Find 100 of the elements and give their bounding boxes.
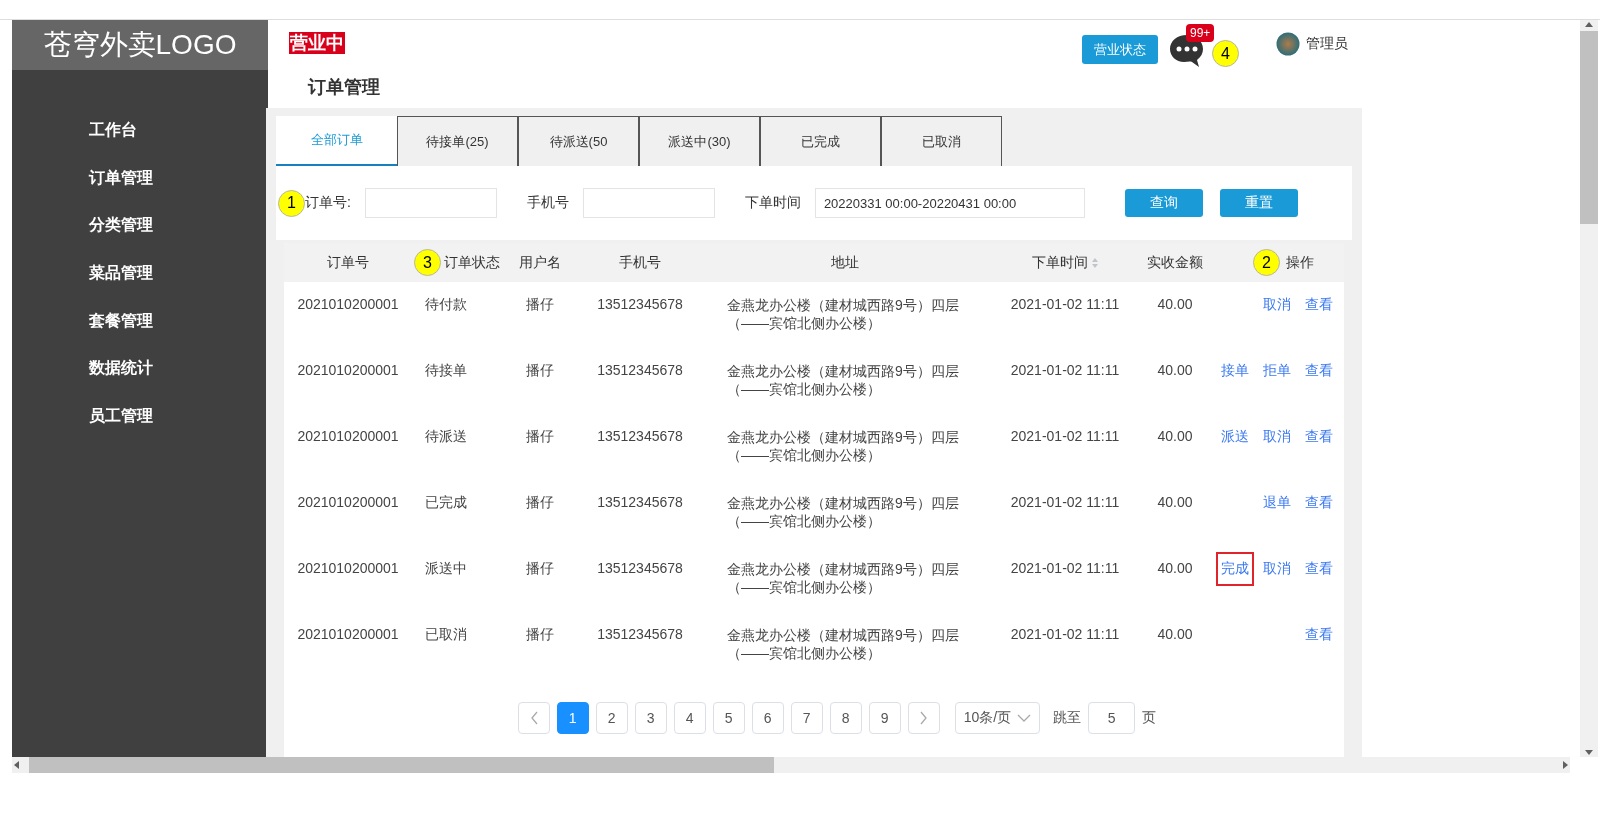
page-button[interactable]: 3	[634, 702, 667, 734]
table-cell-text: 40.00	[1156, 494, 1194, 510]
menu-item[interactable]: 员工管理	[89, 405, 153, 427]
tab[interactable]: 待派送(50	[518, 116, 639, 166]
tab[interactable]: 已取消	[881, 116, 1002, 166]
table-cell-text: 40.00	[1156, 560, 1194, 576]
table-cell-text: 2021-01-02 11:11	[1009, 494, 1121, 510]
scroll-down-icon[interactable]	[1584, 748, 1594, 757]
menu-item[interactable]: 分类管理	[89, 215, 153, 237]
table-cell-text: 待付款	[424, 296, 468, 314]
field-label: 订单号:	[305, 194, 351, 212]
table-cell-text: 40.00	[1156, 362, 1194, 378]
table-cell-text: 待接单	[424, 362, 468, 380]
menu-item[interactable]: 套餐管理	[89, 310, 153, 332]
action-link[interactable]: 查看	[1300, 357, 1338, 385]
input-field[interactable]	[582, 188, 715, 218]
action-link[interactable]: 完成	[1216, 552, 1254, 586]
table-cell-text: 金燕龙办公楼（建材城西路9号）四层（——宾馆北侧办公楼）	[727, 362, 960, 398]
tab[interactable]: 已完成	[760, 116, 881, 166]
table-cell-text: 2021010200001	[296, 362, 400, 378]
tab[interactable]: 派送中(30)	[639, 116, 760, 166]
table-cell-text: 40.00	[1156, 296, 1194, 312]
action-link[interactable]: 取消	[1258, 555, 1296, 586]
table-cell-text: 金燕龙办公楼（建材城西路9号）四层（——宾馆北侧办公楼）	[727, 626, 960, 662]
table-cell-text: 金燕龙办公楼（建材城西路9号）四层（——宾馆北侧办公楼）	[727, 494, 960, 530]
action-link[interactable]: 取消	[1258, 291, 1296, 319]
input-field[interactable]	[364, 188, 497, 218]
action-link[interactable]: 查看	[1300, 423, 1338, 451]
table-cell-text: 已完成	[424, 494, 468, 512]
table-cell-text: 2021-01-02 11:11	[1009, 296, 1121, 312]
status-badge: 营业中	[289, 32, 345, 54]
page-suffix: 页	[1142, 709, 1157, 727]
table-cell-text: 播仔	[525, 560, 555, 578]
annotation-marker: 3	[414, 249, 441, 276]
avatar-icon[interactable]	[1276, 32, 1300, 56]
table-cell-text: 金燕龙办公楼（建材城西路9号）四层（——宾馆北侧办公楼）	[727, 428, 960, 464]
logo: 苍穹外卖LOGO	[12, 20, 268, 70]
action-link[interactable]: 查看	[1300, 489, 1338, 517]
user-name[interactable]: 管理员	[1306, 35, 1348, 53]
table-cell-text: 2021-01-02 11:11	[1009, 560, 1121, 576]
table-cell-text: 播仔	[525, 362, 555, 380]
message-count-badge: 99+	[1186, 24, 1215, 42]
action-link[interactable]: 查看	[1300, 555, 1338, 586]
table-cell-text: 2021010200001	[296, 428, 400, 444]
action-link[interactable]: 拒单	[1258, 357, 1296, 385]
page-button[interactable]: 7	[790, 702, 823, 734]
sort-icon[interactable]	[1090, 256, 1099, 269]
page-button[interactable]: 2	[595, 702, 628, 734]
action-link[interactable]: 查看	[1300, 291, 1338, 319]
page-size-select[interactable]: 10条/页	[954, 702, 1041, 734]
annotation-marker: 2	[1253, 249, 1280, 276]
column-header: 实收金额	[1147, 253, 1203, 272]
scroll-left-icon[interactable]	[12, 760, 21, 770]
table-cell-text: 13512345678	[596, 560, 684, 576]
action-link[interactable]: 退单	[1258, 489, 1296, 517]
action-link[interactable]: 取消	[1258, 423, 1296, 451]
page-button[interactable]: 4	[673, 702, 706, 734]
table-cell-text: 已取消	[424, 626, 468, 644]
table-cell-text: 13512345678	[596, 626, 684, 642]
page-button[interactable]: 5	[712, 702, 745, 734]
table-cell-text: 2021010200001	[296, 296, 400, 312]
column-header[interactable]: 下单时间	[1031, 253, 1088, 272]
table-cell-text: 13512345678	[596, 296, 684, 312]
next-page-button[interactable]	[907, 702, 940, 734]
scroll-right-icon[interactable]	[1561, 760, 1570, 770]
scroll-up-icon[interactable]	[1584, 20, 1594, 29]
field-label: 下单时间	[744, 194, 801, 212]
table-cell-text: 40.00	[1156, 626, 1194, 642]
tab[interactable]: 待接单(25)	[397, 116, 518, 166]
scrollbar-thumb[interactable]	[29, 757, 774, 773]
table-cell-text: 2021010200001	[296, 560, 400, 576]
page-jump-field[interactable]: 5	[1088, 702, 1136, 734]
menu-item[interactable]: 订单管理	[89, 167, 153, 189]
table-cell-text: 播仔	[525, 626, 555, 644]
page-title: 订单管理	[306, 76, 381, 99]
chevron-down-icon	[1017, 713, 1032, 723]
page-button[interactable]: 8	[829, 702, 862, 734]
page-button[interactable]: 9	[868, 702, 901, 734]
previous-page-button[interactable]	[517, 702, 550, 734]
menu-item[interactable]: 工作台	[89, 120, 137, 142]
action-link[interactable]: 派送	[1216, 423, 1254, 451]
scrollbar-thumb[interactable]	[1580, 31, 1598, 224]
annotation-marker: 1	[278, 189, 305, 217]
column-header: 手机号	[619, 253, 661, 272]
jump-label: 跳至	[1053, 709, 1082, 727]
input-field[interactable]: 20220331 00:00-20220431 00:00	[814, 188, 1085, 218]
column-header: 操作	[1286, 253, 1314, 272]
action-link[interactable]: 查看	[1300, 621, 1338, 649]
table-cell-text: 2021010200001	[296, 494, 400, 510]
menu-item[interactable]: 菜品管理	[89, 263, 153, 285]
table-cell-text: 播仔	[525, 494, 555, 512]
table-cell-text: 40.00	[1156, 428, 1194, 444]
page-button[interactable]: 6	[751, 702, 784, 734]
column-header: 用户名	[519, 253, 561, 272]
table-cell-text: 2021-01-02 11:11	[1009, 626, 1121, 642]
table-cell-text: 播仔	[525, 296, 555, 314]
table-cell-text: 2021-01-02 11:11	[1009, 428, 1121, 444]
action-link[interactable]: 接单	[1216, 357, 1254, 385]
chevron-right-icon	[918, 711, 929, 725]
menu-item[interactable]: 数据统计	[89, 358, 153, 380]
